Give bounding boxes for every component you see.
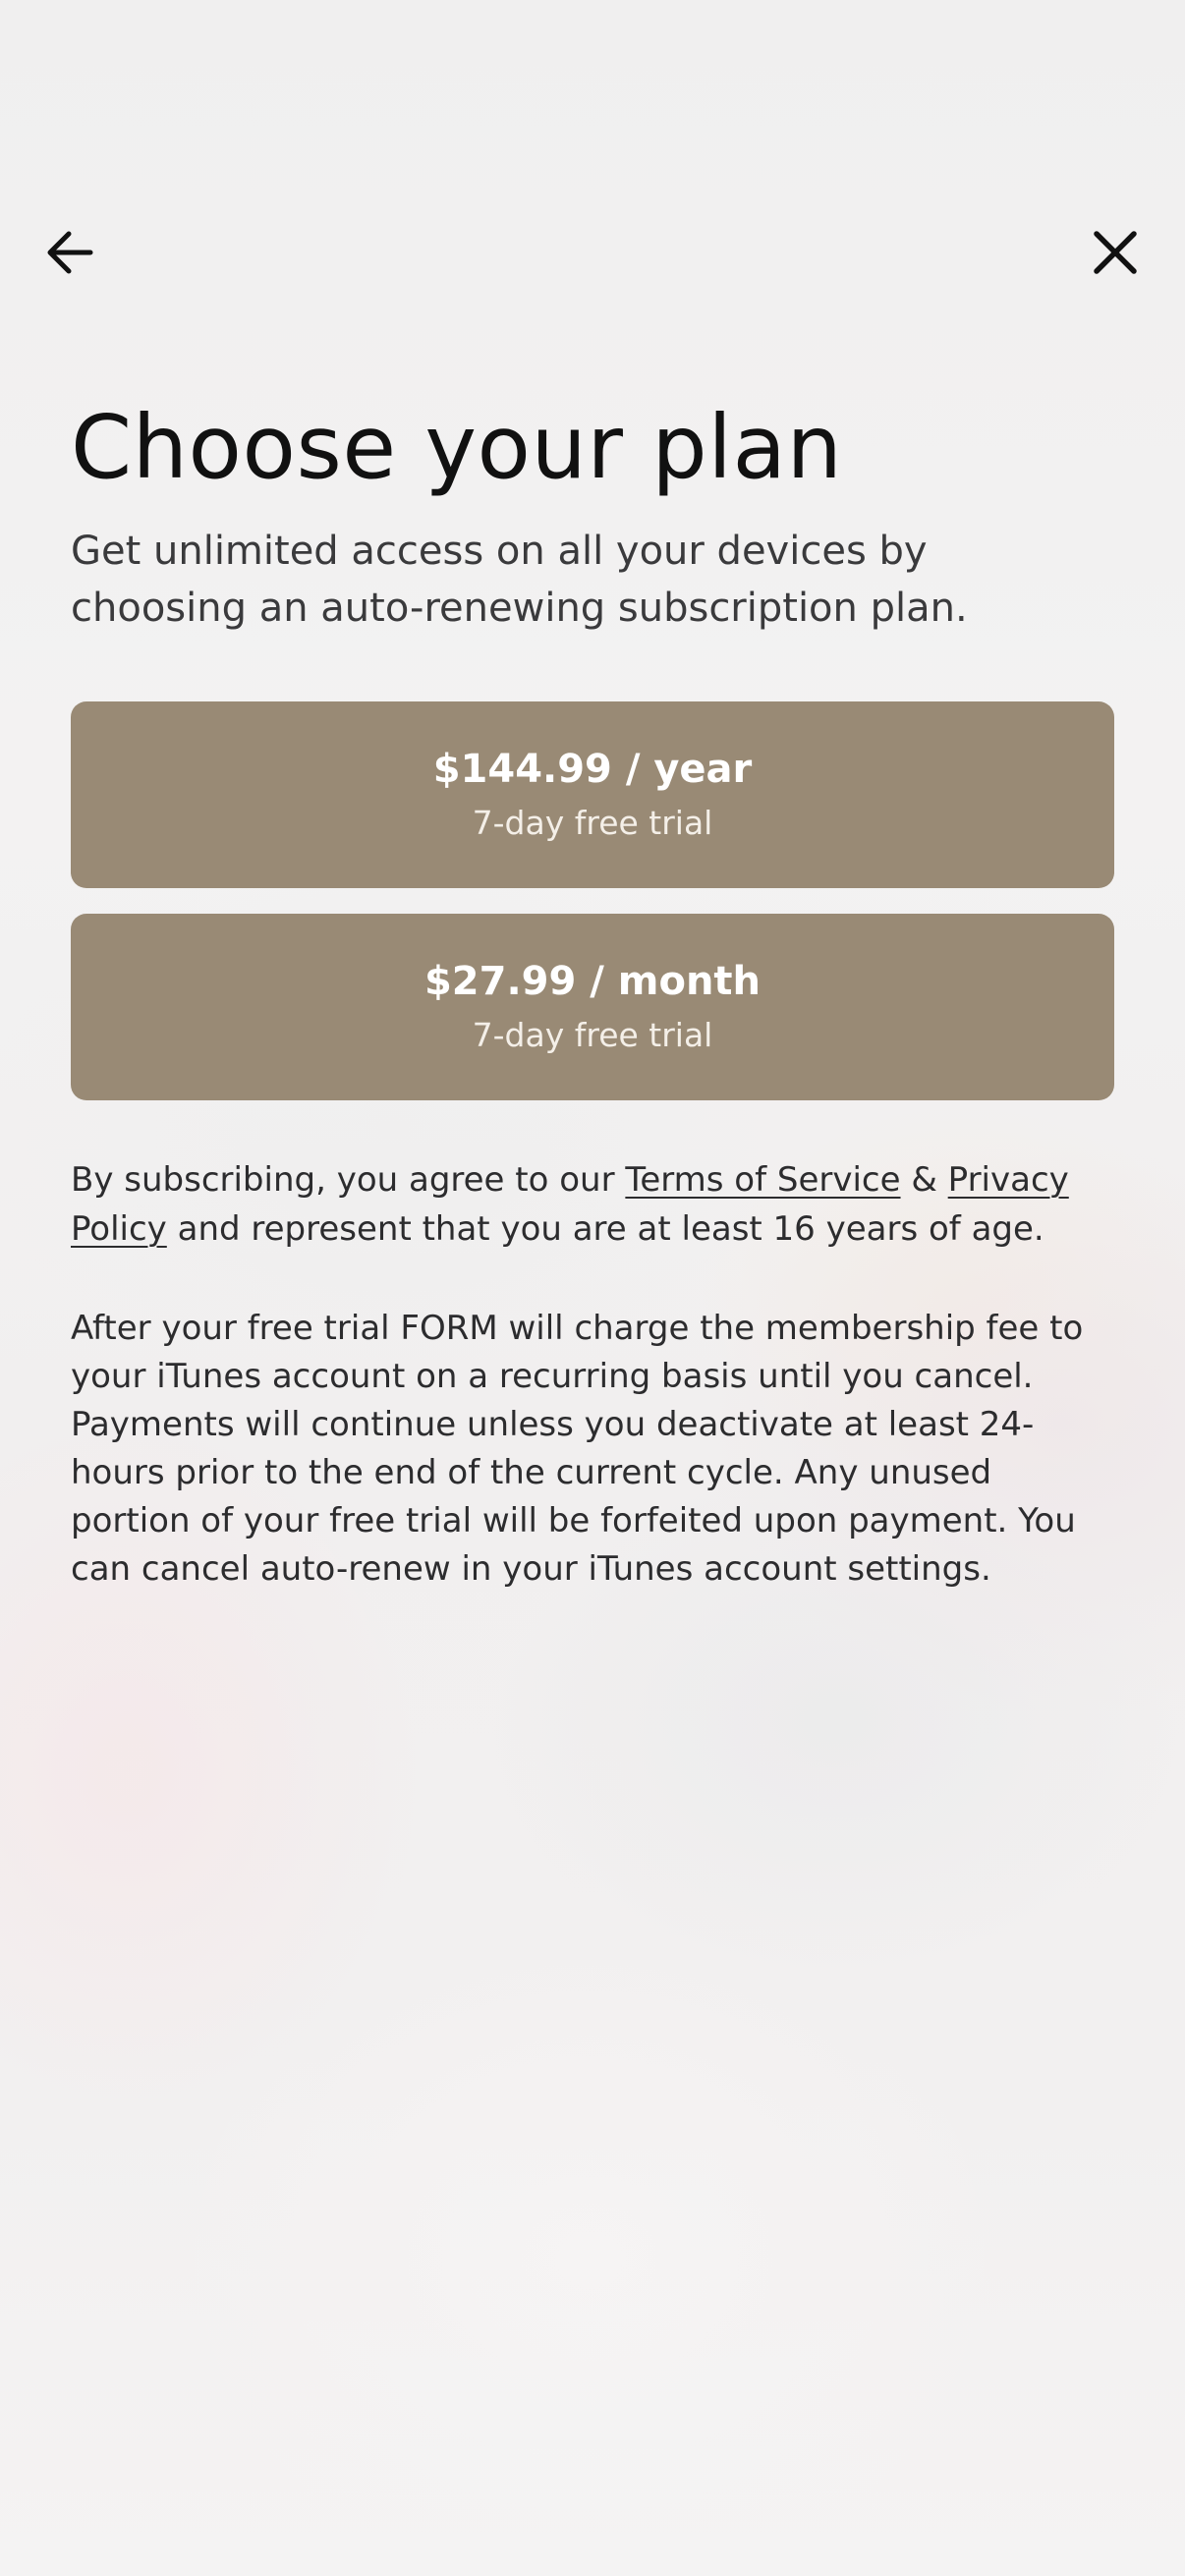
arrow-left-icon [47,231,93,274]
page-subtitle: Get unlimited access on all your devices… [71,529,968,631]
plan-price: $144.99 / year [432,747,753,792]
paywall-content: Choose your plan Get unlimited access on… [71,393,1114,1627]
plan-trial-label: 7-day free trial [472,804,713,842]
terms-of-service-link[interactable]: Terms of Service [625,1160,900,1200]
yearly-plan-button[interactable]: $144.99 / year 7-day free trial [71,701,1114,888]
close-button[interactable] [1081,218,1150,287]
page-title: Choose your plan [71,396,843,498]
plan-price: $27.99 / month [423,959,762,1004]
plan-list: $144.99 / year 7-day free trial $27.99 /… [71,701,1114,1100]
plan-trial-label: 7-day free trial [472,1016,713,1054]
legal-prefix: By subscribing, you agree to our [71,1160,626,1200]
legal-agreement: By subscribing, you agree to our Terms o… [71,1155,1114,1254]
legal-suffix: and represent that you are at least 16 y… [166,1209,1044,1249]
subscription-terms: After your free trial FORM will charge t… [71,1309,1084,1589]
monthly-plan-button[interactable]: $27.99 / month 7-day free trial [71,914,1114,1100]
legal-ampersand: & [900,1160,948,1200]
back-button[interactable] [35,218,104,287]
close-icon [1094,231,1137,274]
